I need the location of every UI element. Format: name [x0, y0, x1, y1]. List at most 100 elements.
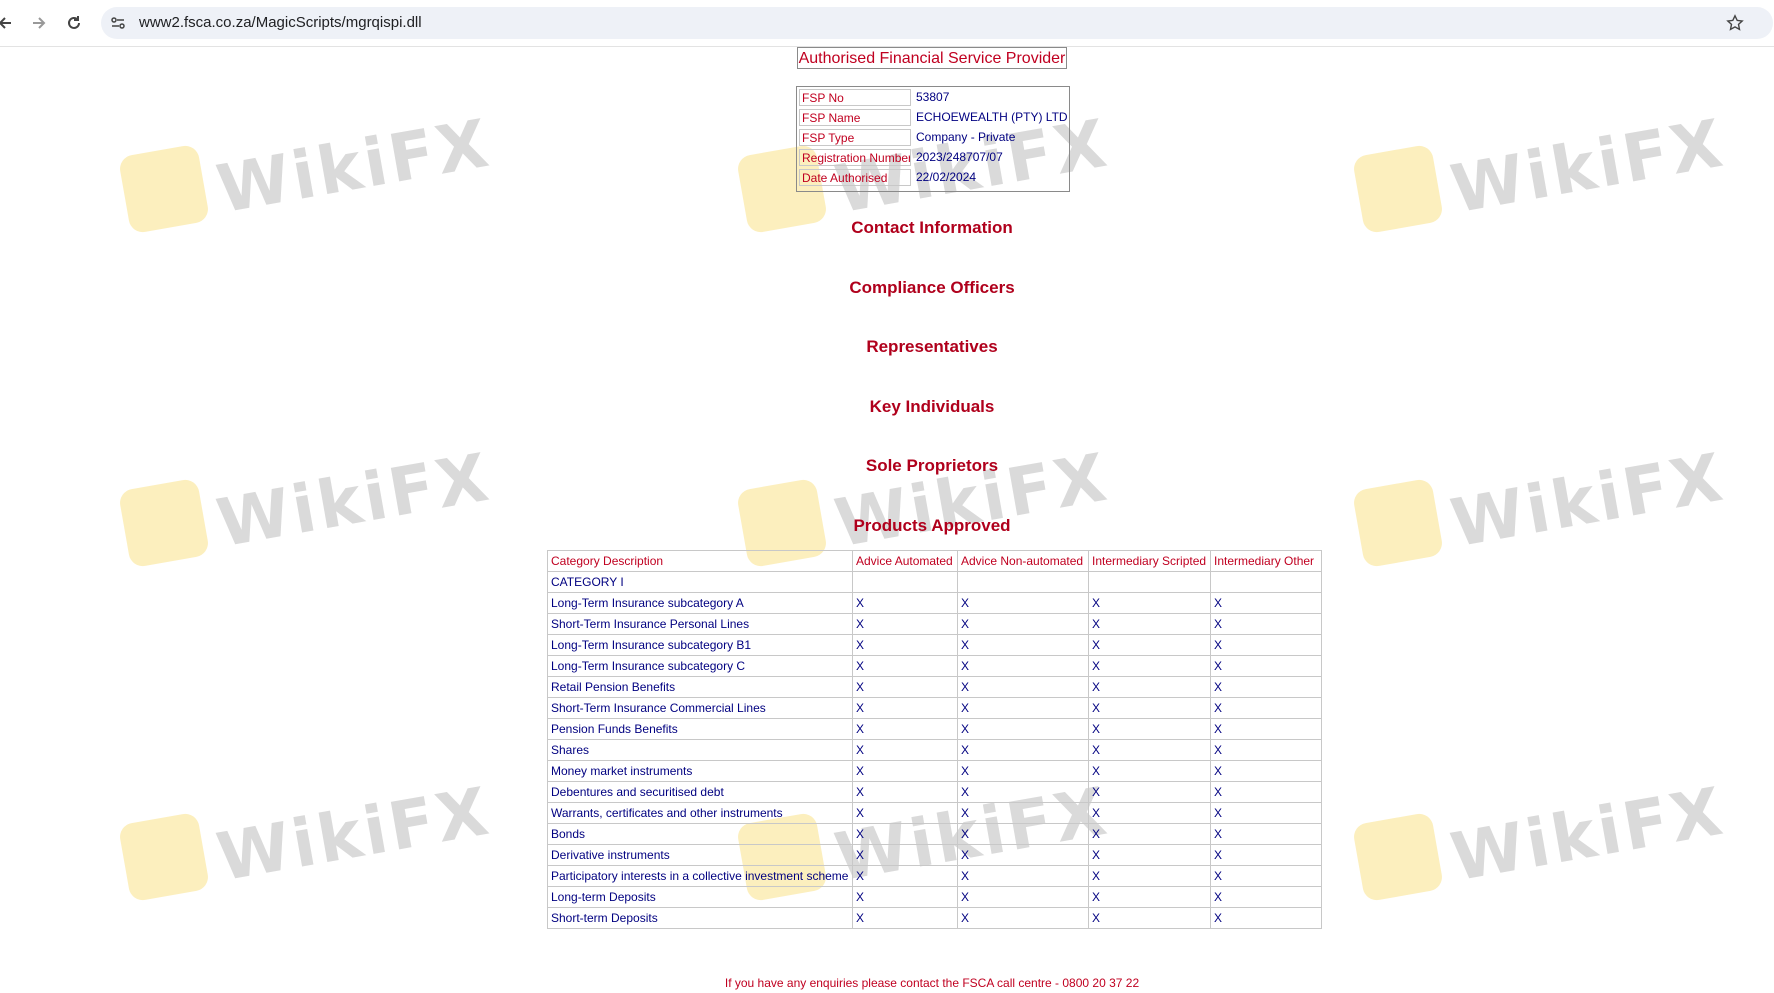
column-header: Advice Non-automated	[957, 550, 1089, 572]
approval-mark: X	[852, 802, 958, 824]
approval-mark: X	[1088, 865, 1211, 887]
approval-mark: X	[1210, 613, 1322, 635]
product-description: Long-Term Insurance subcategory C	[547, 655, 853, 677]
approval-mark: X	[957, 634, 1089, 656]
approval-mark: X	[957, 844, 1089, 866]
table-row: Long-Term Insurance subcategory CXXXX	[547, 655, 1322, 677]
approval-mark: X	[1210, 760, 1322, 782]
approval-mark: X	[852, 739, 958, 761]
table-row: Long-Term Insurance subcategory AXXXX	[547, 592, 1322, 614]
approval-mark: X	[957, 781, 1089, 803]
approval-mark: X	[1210, 844, 1322, 866]
category-row: CATEGORY I	[547, 571, 1322, 593]
empty-cell	[852, 571, 958, 593]
table-row: Long-Term Insurance subcategory B1 X X X X	[547, 634, 1322, 656]
watermark-text: WikiFX	[211, 104, 497, 229]
approval-mark: X	[1088, 613, 1211, 635]
product-description: Long-Term Insurance subcategory A	[547, 592, 853, 614]
fsp-details-table: FSP No 53807 FSP Name ECHOEWEALTH (PTY) LTD…	[796, 86, 1070, 192]
reload-button[interactable]	[61, 10, 87, 36]
product-description: Short-Term Insurance Commercial Lines	[547, 697, 853, 719]
url-text[interactable]: www2.fsca.co.za/MagicScripts/mgrqispi.dl…	[139, 14, 422, 31]
approval-mark: X	[1088, 802, 1211, 824]
fsp-label: FSP Name	[799, 109, 911, 126]
products-approved-table: Category Description Advice Automated Advi…	[547, 550, 1322, 929]
table-row: Retail Pension Benefits X X X X	[547, 676, 1322, 698]
approval-mark: X	[852, 697, 958, 719]
approval-mark: X	[1088, 739, 1211, 761]
table-row: Money market instruments X X X X	[547, 760, 1322, 782]
approval-mark: X	[1210, 718, 1322, 740]
product-description: Long-term Deposits	[547, 886, 853, 908]
product-description: Short-Term Insurance Personal Lines	[547, 613, 853, 635]
empty-cell	[1088, 571, 1211, 593]
wikifx-watermark: WikiFX	[117, 773, 497, 906]
approval-mark: X	[1088, 655, 1211, 677]
page-title: Authorised Financial Service Provider	[797, 47, 1067, 69]
sole-proprietors-heading[interactable]: Sole Proprietors	[0, 456, 1774, 476]
product-description: Short-term Deposits	[547, 907, 853, 929]
approval-mark: X	[852, 781, 958, 803]
approval-mark: X	[1088, 760, 1211, 782]
address-bar[interactable]: www2.fsca.co.za/MagicScripts/mgrqispi.dl…	[101, 7, 1773, 39]
approval-mark: X	[1088, 844, 1211, 866]
site-info-icon[interactable]	[108, 13, 128, 33]
product-description: Long-Term Insurance subcategory B1	[547, 634, 853, 656]
representatives-heading[interactable]: Representatives	[0, 337, 1774, 357]
approval-mark: X	[1210, 592, 1322, 614]
approval-mark: X	[1210, 802, 1322, 824]
approval-mark: X	[1210, 697, 1322, 719]
column-header: Intermediary Other	[1210, 550, 1322, 572]
enquiry-notice: If you have any enquiries please contact…	[724, 976, 1140, 990]
table-row: Short-term Deposits X X X X	[547, 907, 1322, 929]
approval-mark: X	[852, 760, 958, 782]
product-description: Warrants, certificates and other instrum…	[547, 802, 853, 824]
browser-toolbar: www2.fsca.co.za/MagicScripts/mgrqispi.dl…	[0, 0, 1774, 47]
table-row: Debentures and securitised debt X X X X	[547, 781, 1322, 803]
contact-information-heading[interactable]: Contact Information	[0, 218, 1774, 238]
bookmark-star-icon[interactable]	[1725, 13, 1745, 33]
approval-mark: X	[957, 676, 1089, 698]
approval-mark: X	[1088, 823, 1211, 845]
approval-mark: X	[957, 886, 1089, 908]
product-description: Debentures and securitised debt	[547, 781, 853, 803]
fsp-label: Date Authorised	[799, 169, 911, 186]
fsp-label: FSP Type	[799, 129, 911, 146]
table-header-row: Category Description Advice Automated Advi…	[547, 550, 1322, 572]
products-approved-heading: Products Approved	[853, 516, 1011, 535]
approval-mark: X	[852, 613, 958, 635]
table-row: Short-Term Insurance Commercial Lines X X X…	[547, 697, 1322, 719]
arrow-left-icon	[0, 17, 11, 29]
watermark-text: WikiFX	[1445, 772, 1731, 897]
approval-mark: X	[1210, 781, 1322, 803]
compliance-officers-heading[interactable]: Compliance Officers	[0, 278, 1774, 298]
table-row: Short-Term Insurance Personal Lines X X X X	[547, 613, 1322, 635]
approval-mark: X	[957, 823, 1089, 845]
approval-mark: X	[1088, 907, 1211, 929]
approval-mark: X	[852, 634, 958, 656]
fsp-value: ECHOEWEALTH (PTY) LTD	[916, 110, 1068, 124]
back-button[interactable]	[0, 10, 18, 36]
approval-mark: X	[1088, 592, 1211, 614]
forward-button[interactable]	[26, 10, 52, 36]
wikifx-logo-icon	[117, 811, 211, 903]
approval-mark: X	[1088, 886, 1211, 908]
column-header: Advice Automated	[852, 550, 958, 572]
approval-mark: X	[957, 760, 1089, 782]
empty-cell	[957, 571, 1089, 593]
approval-mark: X	[1088, 718, 1211, 740]
product-description: Shares	[547, 739, 853, 761]
wikifx-logo-icon	[1351, 811, 1445, 903]
fsp-value: Company - Private	[916, 130, 1016, 144]
approval-mark: X	[957, 613, 1089, 635]
approval-mark: X	[1088, 634, 1211, 656]
approval-mark: X	[852, 823, 958, 845]
approval-mark: X	[852, 907, 958, 929]
table-row: Bonds X X X X	[547, 823, 1322, 845]
approval-mark: X	[957, 739, 1089, 761]
approval-mark: X	[1210, 739, 1322, 761]
approval-mark: X	[957, 865, 1089, 887]
key-individuals-heading[interactable]: Key Individuals	[0, 397, 1774, 417]
approval-mark: X	[852, 655, 958, 677]
product-description: Retail Pension Benefits	[547, 676, 853, 698]
